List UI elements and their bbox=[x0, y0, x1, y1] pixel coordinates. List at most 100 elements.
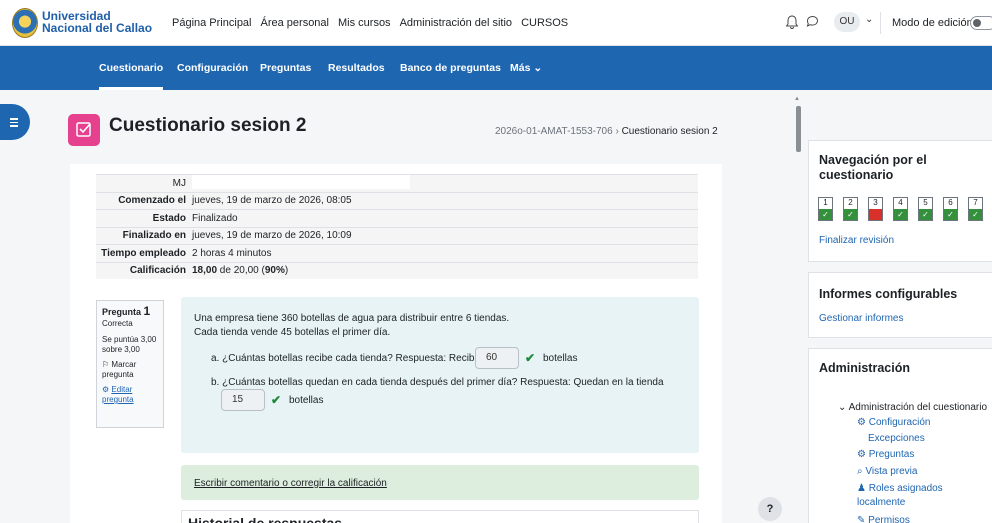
summary-value: Finalizado bbox=[192, 212, 238, 224]
tab-preguntas[interactable]: Preguntas bbox=[260, 46, 311, 90]
grade-max: de 20,00 ( bbox=[217, 265, 265, 277]
nav-home[interactable]: Página Principal bbox=[172, 17, 252, 29]
admin-title: Administración bbox=[819, 361, 910, 375]
nav-num: 5 bbox=[923, 198, 928, 207]
summary-row: Tiempo empleado 2 horas 4 minutos bbox=[96, 244, 698, 262]
chat-icon[interactable] bbox=[806, 15, 819, 28]
nav-site-admin[interactable]: Administración del sitio bbox=[400, 17, 513, 29]
quiz-nav-button[interactable]: 5 ✓ bbox=[918, 197, 933, 221]
edit-question-link[interactable]: ⚙ Editar pregunta bbox=[102, 385, 158, 405]
answer-b-suffix: botellas bbox=[289, 395, 324, 406]
grade-value: 18,00 de 20,00 (90%) bbox=[192, 265, 698, 276]
divider bbox=[880, 12, 881, 34]
attempt-summary-table: MJ Comenzado el jueves, 19 de marzo de 2… bbox=[96, 174, 698, 279]
scrollbar-thumb[interactable] bbox=[796, 106, 801, 152]
grade-score: 18,00 bbox=[192, 265, 218, 277]
summary-value: 2 horas 4 minutos bbox=[192, 247, 272, 259]
breadcrumb-course[interactable]: 2026o-01-AMAT-1553-706 bbox=[495, 126, 613, 137]
secondary-nav: Cuestionario Configuración Preguntas Res… bbox=[0, 46, 992, 90]
question-info-panel: Pregunta 1 Correcta Se puntúa 3,00 sobre… bbox=[96, 300, 164, 428]
check-icon: ✓ bbox=[969, 209, 982, 220]
breadcrumb: 2026o-01-AMAT-1553-706 › Cuestionario se… bbox=[495, 126, 718, 137]
answer-b-input[interactable]: 15 bbox=[221, 389, 265, 411]
admin-item-vista-previa[interactable]: ⌕ Vista previa bbox=[857, 465, 917, 479]
question-content: Una empresa tiene 360 botellas de agua p… bbox=[181, 297, 699, 453]
quiz-nav-button[interactable]: 2 ✓ bbox=[843, 197, 858, 221]
summary-label: Comenzado el bbox=[118, 195, 186, 207]
admin-item-preguntas[interactable]: ⚙ Preguntas bbox=[857, 448, 914, 462]
breadcrumb-current[interactable]: Cuestionario sesion 2 bbox=[622, 126, 718, 137]
nav-courses[interactable]: CURSOS bbox=[521, 17, 568, 29]
quiz-nav-button[interactable]: 6 ✓ bbox=[943, 197, 958, 221]
admin-item-label: Configuración bbox=[868, 417, 931, 428]
correct-check-icon: ✔ bbox=[525, 351, 536, 365]
edit-mode-toggle[interactable] bbox=[970, 16, 992, 30]
admin-item-label: Vista previa bbox=[865, 466, 918, 477]
summary-value: jueves, 19 de marzo de 2026, 10:09 bbox=[192, 230, 352, 242]
course-index-toggle[interactable] bbox=[0, 104, 30, 140]
gear-icon: ⚙ bbox=[102, 385, 112, 394]
question-text-1: Una empresa tiene 360 botellas de agua p… bbox=[194, 313, 510, 324]
answer-a-prefix: a. ¿Cuántas botellas recibe cada tienda?… bbox=[211, 353, 481, 364]
admin-item-excepciones[interactable]: Excepciones bbox=[868, 432, 925, 446]
question-num: 1 bbox=[143, 304, 151, 318]
configurable-reports-block: Informes configurables Gestionar informe… bbox=[808, 272, 992, 338]
nav-num: 7 bbox=[973, 198, 978, 207]
admin-item-roles[interactable]: ♟ Roles asignados localmente bbox=[857, 482, 977, 510]
admin-item-configuracion[interactable]: ⚙ Configuración bbox=[857, 416, 930, 430]
admin-root-label: Administración del cuestionario bbox=[848, 402, 988, 413]
check-icon: ✓ bbox=[844, 209, 857, 220]
quiz-nav-button[interactable]: 4 ✓ bbox=[893, 197, 908, 221]
admin-item-permisos[interactable]: ✎ Permisos bbox=[857, 514, 910, 523]
question-text-2: Cada tienda vende 45 botellas el primer … bbox=[194, 327, 391, 338]
admin-root-item[interactable]: ⌄ Administración del cuestionario bbox=[838, 401, 987, 415]
quiz-nav-button[interactable]: 7 ✓ bbox=[968, 197, 983, 221]
flag-question[interactable]: ⚐ Marcar pregunta bbox=[102, 360, 158, 380]
flag-icon: ⚐ bbox=[102, 360, 112, 369]
summary-user-row: MJ bbox=[96, 174, 698, 192]
tab-resultados[interactable]: Resultados bbox=[328, 46, 385, 90]
quiz-nav-title: Navegación por el cuestionario bbox=[819, 153, 927, 182]
correct-check-icon: ✔ bbox=[271, 393, 282, 407]
scroll-up-icon[interactable]: ▲ bbox=[794, 96, 800, 102]
nav-dashboard[interactable]: Área personal bbox=[261, 17, 330, 29]
quiz-nav-button[interactable]: 3 bbox=[868, 197, 883, 221]
gear-icon: ⚙ bbox=[857, 449, 869, 460]
summary-label: Estado bbox=[152, 212, 186, 224]
user-avatar[interactable]: OU bbox=[834, 12, 860, 32]
users-icon: ♟ bbox=[857, 483, 869, 494]
summary-label: Tiempo empleado bbox=[101, 247, 186, 259]
finish-review-link[interactable]: Finalizar revisión bbox=[819, 235, 894, 246]
user-initials[interactable]: MJ bbox=[96, 178, 192, 189]
tab-mas[interactable]: Más ⌄ bbox=[510, 46, 542, 90]
tab-banco-preguntas[interactable]: Banco de preguntas bbox=[400, 46, 501, 90]
grade-label: Calificación bbox=[129, 265, 186, 277]
primary-nav: Página Principal Área personal Mis curso… bbox=[172, 17, 577, 29]
summary-value: jueves, 19 de marzo de 2026, 08:05 bbox=[192, 195, 352, 207]
quiz-icon bbox=[68, 114, 100, 146]
tab-cuestionario[interactable]: Cuestionario bbox=[99, 46, 164, 90]
check-icon: ✓ bbox=[919, 209, 932, 220]
check-icon: ✓ bbox=[819, 209, 832, 220]
summary-row: Finalizado en jueves, 19 de marzo de 202… bbox=[96, 226, 698, 244]
answer-b-prefix: b. ¿Cuántas botellas quedan en cada tien… bbox=[211, 377, 664, 388]
nav-my-courses[interactable]: Mis cursos bbox=[338, 17, 391, 29]
summary-label: Finalizado en bbox=[122, 230, 186, 242]
answer-a-suffix: botellas bbox=[543, 353, 578, 364]
help-button[interactable]: ? bbox=[758, 497, 782, 521]
response-history: Historial de respuestas bbox=[181, 510, 699, 523]
comment-link[interactable]: Escribir comentario o corregir la califi… bbox=[194, 478, 387, 489]
nav-num: 2 bbox=[848, 198, 853, 207]
site-brand[interactable]: Universidad Nacional del Callao bbox=[42, 10, 152, 34]
user-name-box bbox=[192, 174, 410, 189]
manage-reports-link[interactable]: Gestionar informes bbox=[819, 313, 903, 324]
nav-num: 6 bbox=[948, 198, 953, 207]
chevron-down-icon[interactable]: ⌄ bbox=[865, 14, 873, 25]
answer-a-input[interactable]: 60 bbox=[475, 347, 519, 369]
brand-line2: Nacional del Callao bbox=[42, 21, 153, 35]
quiz-nav-button[interactable]: 1 ✓ bbox=[818, 197, 833, 221]
university-logo[interactable] bbox=[12, 8, 38, 38]
nav-num: 3 bbox=[873, 198, 878, 207]
bell-icon[interactable] bbox=[786, 15, 798, 29]
tab-configuracion[interactable]: Configuración bbox=[177, 46, 248, 90]
